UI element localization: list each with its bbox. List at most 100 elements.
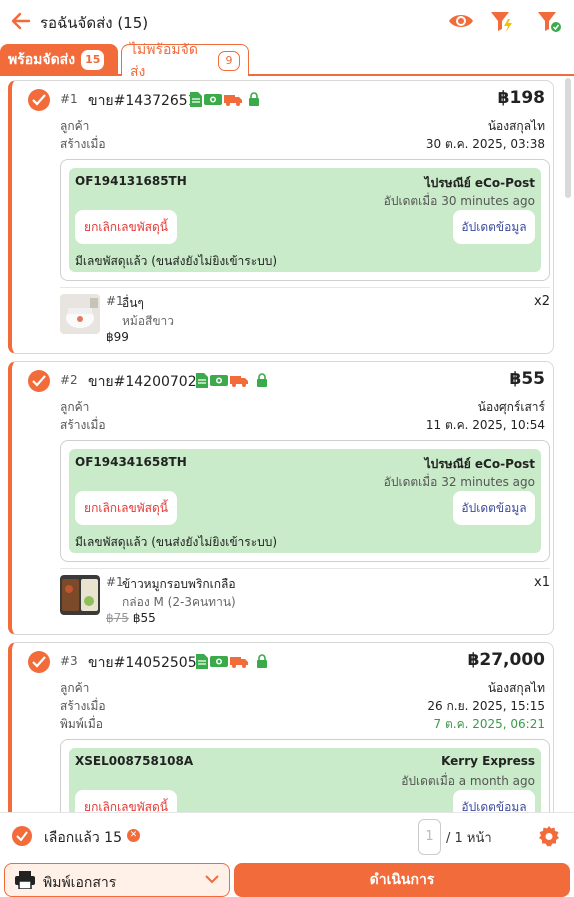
order-index: #3 <box>60 654 78 668</box>
item-price-current: ฿55 <box>132 611 156 625</box>
print-documents-dropdown[interactable]: พิมพ์เอกสาร <box>4 863 230 897</box>
order-index: #2 <box>60 373 78 387</box>
order-checkbox[interactable] <box>28 651 50 673</box>
gear-icon[interactable] <box>538 825 560 847</box>
item-price-original: ฿75 <box>106 611 129 625</box>
customer-label: ลูกค้า <box>60 400 90 414</box>
select-all-checkbox[interactable] <box>12 826 32 846</box>
cancel-tracking-button[interactable]: ยกเลิกเลขพัสดุนี้ <box>75 210 177 244</box>
shipment-note: มีเลขพัสดุแล้ว (ขนส่งยังไม่ยิงเข้าระบบ) <box>75 254 278 268</box>
cancel-tracking-button[interactable]: ยกเลิกเลขพัสดุนี้ <box>75 790 177 812</box>
order-id[interactable]: ขาย#14200702 <box>88 371 197 393</box>
printed-label: พิมพ์เมื่อ <box>60 717 103 731</box>
tab-label: พร้อมจัดส่ง <box>8 52 76 68</box>
status-tabs: พร้อมจัดส่ง 15 ไม่พร้อมจัดส่ง 9 <box>0 42 574 80</box>
carrier-name: Kerry Express <box>441 754 535 768</box>
proceed-button[interactable]: ดำเนินการ <box>234 863 570 897</box>
truck-icon <box>224 95 242 106</box>
order-card[interactable]: #1 ขาย#14372651 ฿198 ลูกค้า น้องสกุลไท ส… <box>8 80 554 354</box>
update-info-button[interactable]: อัปเดตข้อมูล <box>453 790 535 812</box>
order-checkbox[interactable] <box>28 89 50 111</box>
cash-icon <box>210 375 228 386</box>
lock-icon <box>249 92 259 106</box>
order-id[interactable]: ขาย#14372651 <box>88 90 197 112</box>
shipment-box: OF194341658TH ไปรษณีย์ eCo-Post อัปเดตเม… <box>60 440 550 562</box>
bottom-bar: เลือกแล้ว 15 ✕ 1 / 1 หน้า พิมพ์เอกสาร ดำ… <box>0 812 574 897</box>
created-label: สร้างเมื่อ <box>60 137 106 151</box>
back-arrow-icon[interactable] <box>10 10 32 32</box>
carrier-name: ไปรษณีย์ eCo-Post <box>424 176 535 190</box>
tab-count-badge: 15 <box>81 50 105 70</box>
eye-icon[interactable] <box>448 9 474 33</box>
order-list[interactable]: #1 ขาย#14372651 ฿198 ลูกค้า น้องสกุลไท ส… <box>0 78 574 812</box>
tab-label: ไม่พร้อมจัดส่ง <box>130 41 198 80</box>
order-total: ฿198 <box>497 88 545 108</box>
scrollbar[interactable] <box>565 78 571 198</box>
order-item: #1 อื่นๆ หม้อสีขาว ฿99 x2 <box>60 287 550 349</box>
item-quantity: x2 <box>534 294 550 309</box>
carrier-name: ไปรษณีย์ eCo-Post <box>424 457 535 471</box>
created-date: 30 ต.ค. 2025, 03:38 <box>425 137 545 151</box>
created-date: 26 ก.ย. 2025, 15:15 <box>427 699 545 713</box>
order-total: ฿55 <box>509 369 546 389</box>
app-header: รอฉันจัดส่ง (15) <box>0 0 574 42</box>
printed-date: 7 ต.ค. 2025, 06:21 <box>433 717 545 731</box>
customer-name: น้องสกุลไท <box>487 681 545 695</box>
clear-selection-icon[interactable]: ✕ <box>127 829 140 842</box>
order-status-icons <box>196 654 248 670</box>
updated-time: อัปเดตเมื่อ 30 minutes ago <box>383 194 535 208</box>
product-thumbnail <box>60 294 100 334</box>
document-icon <box>190 92 202 107</box>
updated-time: อัปเดตเมื่อ 32 minutes ago <box>383 475 535 489</box>
customer-name: น้องศุกร์เสาร์ <box>477 400 545 414</box>
customer-name: น้องสกุลไท <box>487 119 545 133</box>
cash-icon <box>204 94 222 105</box>
shipment-box: XSEL008758108A Kerry Express อัปเดตเมื่อ… <box>60 739 550 812</box>
tracking-number: OF194131685TH <box>75 174 187 188</box>
item-name: ข้าวหมูกรอบพริกเกลือ <box>122 577 236 591</box>
tab-count-badge: 9 <box>218 50 240 71</box>
page-input[interactable]: 1 <box>418 819 441 855</box>
truck-icon <box>230 376 248 387</box>
cancel-tracking-button[interactable]: ยกเลิกเลขพัสดุนี้ <box>75 491 177 525</box>
tracking-number: OF194341658TH <box>75 455 187 469</box>
filter-check-icon[interactable] <box>536 9 562 33</box>
updated-time: อัปเดตเมื่อ a month ago <box>401 774 535 788</box>
cash-icon <box>210 656 228 667</box>
selected-count: เลือกแล้ว 15 <box>44 830 122 846</box>
order-id[interactable]: ขาย#14052505 <box>88 652 197 674</box>
check-icon <box>32 94 46 106</box>
order-index: #1 <box>60 92 78 106</box>
document-icon <box>196 654 208 669</box>
customer-label: ลูกค้า <box>60 681 90 695</box>
product-thumbnail <box>60 575 100 615</box>
customer-label: ลูกค้า <box>60 119 90 133</box>
order-card[interactable]: #3 ขาย#14052505 ฿27,000 ลูกค้า น้องสกุลไ… <box>8 642 554 812</box>
chevron-down-icon <box>205 875 219 884</box>
document-icon <box>196 373 208 388</box>
tab-not-ready[interactable]: ไม่พร้อมจัดส่ง 9 <box>121 42 249 80</box>
order-checkbox[interactable] <box>28 370 50 392</box>
item-price: ฿99 <box>106 330 129 344</box>
order-status-icons <box>196 373 248 389</box>
created-date: 11 ต.ค. 2025, 10:54 <box>425 418 545 432</box>
item-price: ฿75 ฿55 <box>106 611 156 625</box>
order-status-icons <box>190 92 242 108</box>
shipment-note: มีเลขพัสดุแล้ว (ขนส่งยังไม่ยิงเข้าระบบ) <box>75 535 278 549</box>
order-item: #1 ข้าวหมูกรอบพริกเกลือ กล่อง M (2-3คนทา… <box>60 568 550 630</box>
shipment-box: OF194131685TH ไปรษณีย์ eCo-Post อัปเดตเม… <box>60 159 550 281</box>
check-icon <box>32 375 46 387</box>
update-info-button[interactable]: อัปเดตข้อมูล <box>453 491 535 525</box>
created-label: สร้างเมื่อ <box>60 699 106 713</box>
shipment-info: OF194341658TH ไปรษณีย์ eCo-Post อัปเดตเม… <box>69 449 541 553</box>
tab-ready-to-ship[interactable]: พร้อมจัดส่ง 15 <box>0 44 118 76</box>
order-card[interactable]: #2 ขาย#14200702 ฿55 ลูกค้า น้องศุกร์เสาร… <box>8 361 554 635</box>
item-name: อื่นๆ <box>122 296 144 310</box>
page-title: รอฉันจัดส่ง (15) <box>40 14 149 32</box>
item-price-current: ฿99 <box>106 330 129 344</box>
shipment-info: XSEL008758108A Kerry Express อัปเดตเมื่อ… <box>69 748 541 812</box>
update-info-button[interactable]: อัปเดตข้อมูล <box>453 210 535 244</box>
filter-bolt-icon[interactable] <box>489 9 515 33</box>
print-label: พิมพ์เอกสาร <box>43 875 117 891</box>
order-total: ฿27,000 <box>467 650 545 670</box>
